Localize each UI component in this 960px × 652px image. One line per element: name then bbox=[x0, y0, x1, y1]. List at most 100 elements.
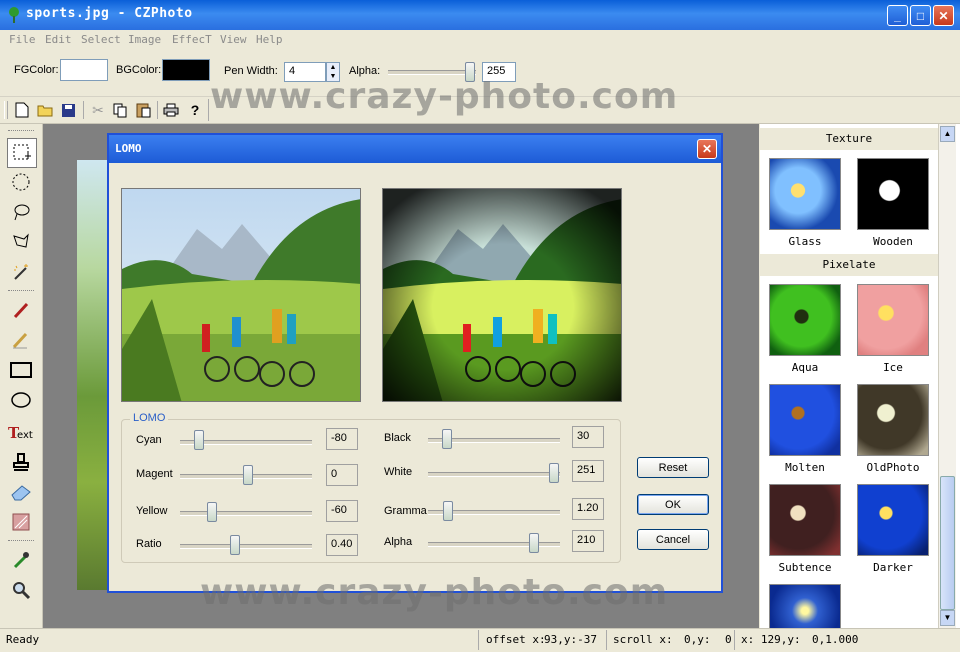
effect-label: Molten bbox=[785, 461, 825, 474]
effect-thumb-glass[interactable] bbox=[769, 158, 841, 230]
ellipse-select-tool[interactable] bbox=[7, 168, 35, 196]
yellow-slider-track[interactable] bbox=[180, 511, 312, 516]
title-bar[interactable]: sports.jpg - CZPhoto _ □ ✕ bbox=[0, 0, 960, 30]
effect-thumb-wooden[interactable] bbox=[857, 158, 929, 230]
stamp-tool[interactable] bbox=[7, 448, 35, 476]
lomo-settings-group: LOMO Cyan -80 Magent 0 Yellow -60 Ratio … bbox=[121, 412, 621, 563]
effect-thumb-darker[interactable] bbox=[857, 484, 929, 556]
gramma-slider-thumb[interactable] bbox=[443, 501, 453, 521]
effect-thumb-oldphoto[interactable] bbox=[857, 384, 929, 456]
white-value[interactable]: 251 bbox=[572, 460, 604, 482]
alpha-slider-track[interactable] bbox=[428, 542, 560, 547]
scroll-value: 0,y: bbox=[684, 633, 711, 646]
gramma-value[interactable]: 1.20 bbox=[572, 498, 604, 520]
app-icon bbox=[9, 7, 19, 23]
lomo-dialog: LOMO ✕ LOMO Cyan -80 Magent 0 Yellow -60… bbox=[107, 133, 723, 593]
text-tool[interactable]: Text bbox=[7, 418, 35, 446]
zoom-tool[interactable] bbox=[7, 576, 35, 604]
effect-thumb-subtence[interactable] bbox=[769, 484, 841, 556]
white-slider-track[interactable] bbox=[428, 472, 560, 477]
rect-select-tool[interactable] bbox=[7, 138, 37, 168]
lomo-preview bbox=[382, 188, 622, 402]
yellow-value[interactable]: -60 bbox=[326, 500, 358, 522]
yellow-slider-thumb[interactable] bbox=[207, 502, 217, 522]
print-button[interactable] bbox=[161, 100, 181, 120]
brush-tool[interactable] bbox=[7, 296, 35, 324]
effects-group-header[interactable]: Texture bbox=[760, 128, 938, 150]
brush-icon bbox=[13, 302, 29, 319]
ratio-value[interactable]: 0.40 bbox=[326, 534, 358, 556]
ratio-slider-thumb[interactable] bbox=[230, 535, 240, 555]
magent-slider-thumb[interactable] bbox=[243, 465, 253, 485]
effects-scrollbar[interactable]: ▲ ▼ bbox=[938, 124, 956, 628]
rectangle-icon bbox=[10, 362, 32, 378]
alpha-value[interactable]: 210 bbox=[572, 530, 604, 552]
lasso-icon bbox=[14, 204, 30, 221]
effects-group-header[interactable]: Pixelate bbox=[760, 254, 938, 276]
close-button[interactable]: ✕ bbox=[933, 5, 954, 26]
menu-select[interactable]: Select bbox=[81, 33, 121, 46]
scroll-down-icon[interactable]: ▼ bbox=[940, 610, 955, 626]
effect-label: Wooden bbox=[873, 235, 913, 248]
copy-icon bbox=[113, 103, 126, 117]
fg-color-swatch[interactable] bbox=[60, 59, 108, 81]
spin-up-icon[interactable]: ▲ bbox=[327, 63, 339, 72]
new-file-icon bbox=[15, 102, 29, 118]
reset-button[interactable]: Reset bbox=[637, 457, 709, 478]
paste-button[interactable] bbox=[133, 100, 153, 120]
dialog-close-button[interactable]: ✕ bbox=[697, 139, 717, 159]
cyan-value[interactable]: -80 bbox=[326, 428, 358, 450]
ratio-slider-track[interactable] bbox=[180, 544, 312, 549]
close-icon: ✕ bbox=[701, 142, 713, 156]
alpha-slider-track[interactable] bbox=[388, 70, 476, 75]
cut-button[interactable]: ✂ bbox=[88, 100, 108, 120]
pencil-tool[interactable] bbox=[7, 326, 35, 354]
toolbar-separator bbox=[83, 101, 84, 119]
effect-thumb-ice[interactable] bbox=[857, 284, 929, 356]
magic-wand-tool[interactable] bbox=[7, 258, 35, 286]
menu-edit[interactable]: Edit bbox=[45, 33, 72, 46]
help-button[interactable]: ? bbox=[185, 100, 205, 120]
ok-button[interactable]: OK bbox=[637, 494, 709, 515]
dialog-title: LOMO bbox=[115, 142, 142, 155]
alpha-slider-thumb[interactable] bbox=[529, 533, 539, 553]
dialog-title-bar[interactable]: LOMO ✕ bbox=[109, 135, 721, 163]
menu-image[interactable]: Image bbox=[128, 33, 161, 46]
effect-thumb-aqua[interactable] bbox=[769, 284, 841, 356]
bg-color-label: BGColor: bbox=[116, 64, 162, 76]
menu-effect[interactable]: EffecT bbox=[172, 33, 212, 46]
eraser-tool[interactable] bbox=[7, 478, 35, 506]
polygon-lasso-tool[interactable] bbox=[7, 228, 35, 256]
maximize-button[interactable]: □ bbox=[910, 5, 931, 26]
status-separator bbox=[478, 630, 479, 650]
effect-thumb-next[interactable] bbox=[769, 584, 841, 628]
clone-tool[interactable] bbox=[7, 508, 35, 536]
ellipse-tool[interactable] bbox=[7, 386, 35, 414]
black-slider-thumb[interactable] bbox=[442, 429, 452, 449]
copy-button[interactable] bbox=[110, 100, 130, 120]
new-button[interactable] bbox=[12, 100, 32, 120]
save-button[interactable] bbox=[58, 100, 78, 120]
effect-thumb-molten[interactable] bbox=[769, 384, 841, 456]
toolbar-separator bbox=[157, 101, 158, 119]
menu-file[interactable]: File bbox=[9, 33, 36, 46]
cyan-label: Cyan bbox=[136, 434, 162, 446]
scroll-thumb[interactable] bbox=[940, 476, 955, 610]
menu-help[interactable]: Help bbox=[256, 33, 283, 46]
minimize-button[interactable]: _ bbox=[887, 5, 908, 26]
bg-color-swatch[interactable] bbox=[162, 59, 210, 81]
black-value[interactable]: 30 bbox=[572, 426, 604, 448]
status-bar: Ready offset x: 93,y:-37 scroll x: 0,y: … bbox=[0, 628, 960, 652]
menu-view[interactable]: View bbox=[220, 33, 247, 46]
scroll-up-icon[interactable]: ▲ bbox=[940, 126, 955, 142]
rectangle-tool[interactable] bbox=[7, 356, 35, 384]
magent-value[interactable]: 0 bbox=[326, 464, 358, 486]
cancel-button[interactable]: Cancel bbox=[637, 529, 709, 550]
lasso-tool[interactable] bbox=[7, 198, 35, 226]
open-button[interactable] bbox=[35, 100, 55, 120]
watermark-top: www.crazy-photo.com bbox=[210, 76, 679, 117]
eyedropper-tool[interactable] bbox=[7, 546, 35, 574]
cyan-slider-thumb[interactable] bbox=[194, 430, 204, 450]
white-slider-thumb[interactable] bbox=[549, 463, 559, 483]
black-label: Black bbox=[384, 432, 411, 444]
